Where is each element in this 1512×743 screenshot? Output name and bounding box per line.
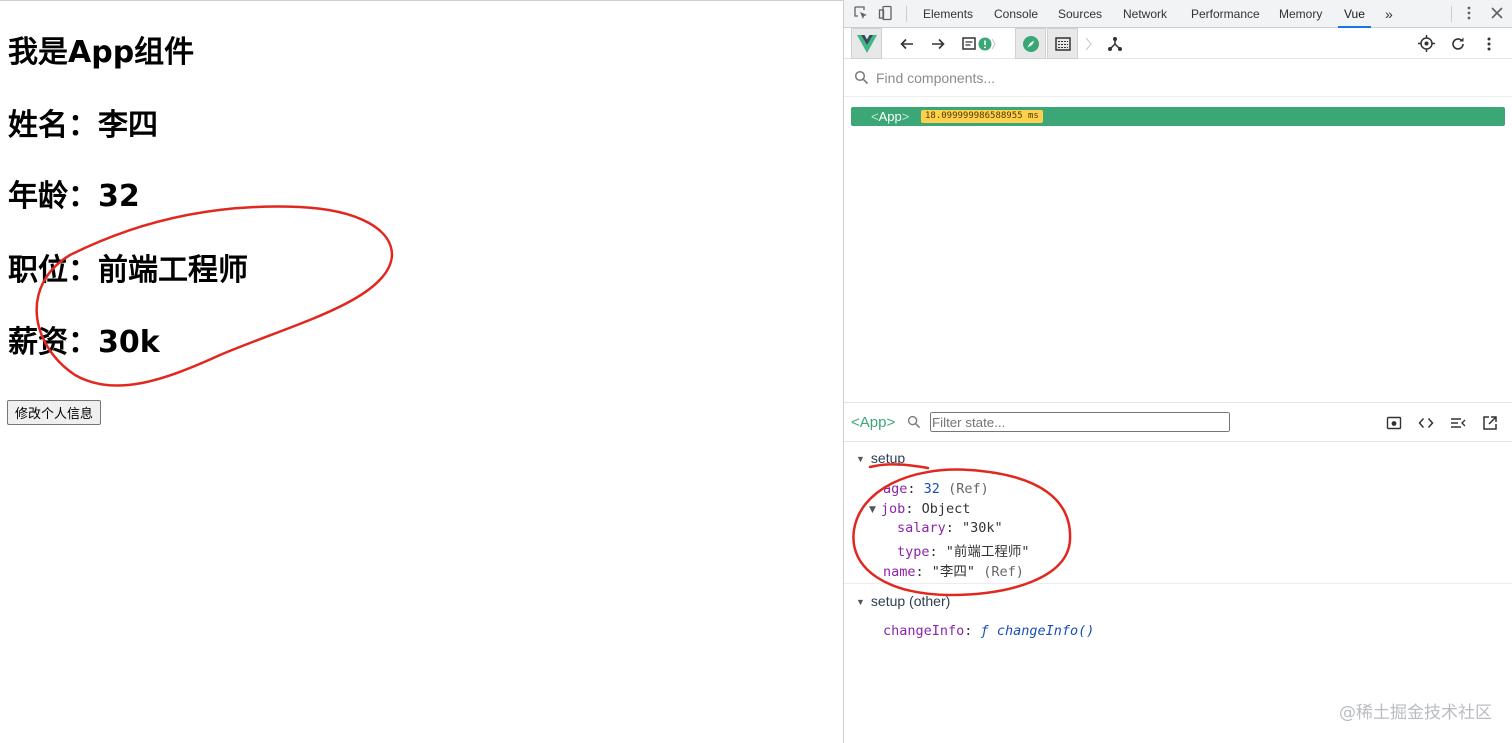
device-toolbar-icon[interactable] [878, 5, 894, 21]
setup-other-section-header[interactable]: ▼ setup (other) [856, 593, 950, 609]
expand-triangle-icon[interactable]: ▼ [856, 597, 865, 607]
inspector-header: <App> [844, 402, 1512, 442]
components-compass-icon[interactable] [1015, 28, 1046, 59]
state-row-job[interactable]: ▼ job: Object [869, 501, 970, 517]
tab-console[interactable]: Console [994, 0, 1038, 28]
state-row-name[interactable]: name: "李四" (Ref) [883, 560, 1024, 580]
render-code-icon[interactable] [1450, 415, 1466, 436]
more-tabs-icon[interactable]: » [1385, 0, 1393, 28]
find-components-bar [844, 59, 1512, 97]
salary-line: 薪资：30k [8, 325, 160, 360]
chevron-right-icon [1082, 28, 1096, 59]
inspected-component-name: <App> [851, 414, 896, 431]
tab-elements[interactable]: Elements [923, 0, 973, 28]
setup-section-header[interactable]: ▼ setup [856, 450, 905, 466]
render-time-badge: 18.099999986588955 ms [921, 110, 1043, 123]
state-row-age[interactable]: age: 32 (Ref) [883, 481, 989, 497]
find-components-input[interactable] [876, 68, 1476, 88]
section-divider [844, 583, 1512, 584]
expand-triangle-icon[interactable]: ▼ [856, 454, 865, 464]
component-tree-icon[interactable] [1104, 28, 1126, 59]
search-icon [907, 415, 921, 434]
inspect-dom-icon[interactable] [1418, 415, 1434, 436]
tab-sources[interactable]: Sources [1058, 0, 1102, 28]
inspect-element-icon[interactable] [853, 5, 869, 21]
app-heading: 我是App组件 [8, 35, 195, 70]
tab-memory[interactable]: Memory [1279, 0, 1322, 28]
vue-toolbar [844, 28, 1512, 59]
app-selector-icon[interactable] [959, 28, 999, 59]
tabbar-separator [906, 6, 907, 22]
component-tree-item-app[interactable]: <App> 18.099999986588955 ms [851, 107, 1505, 126]
tab-performance[interactable]: Performance [1191, 0, 1260, 28]
job-line: 职位：前端工程师 [8, 253, 248, 288]
forward-arrow-icon[interactable] [927, 28, 949, 59]
open-in-editor-icon[interactable] [1482, 415, 1498, 436]
state-row-change-info[interactable]: changeInfo: ƒ changeInfo() [883, 623, 1094, 639]
refresh-icon[interactable] [1447, 28, 1469, 59]
state-row-type[interactable]: type: "前端工程师" [897, 540, 1030, 560]
tabbar-separator [1451, 6, 1452, 22]
component-name: <App> [871, 109, 910, 124]
app-page: 我是App组件 姓名：李四 年龄：32 职位：前端工程师 薪资：30k 修改个人… [0, 0, 843, 743]
search-icon [854, 70, 869, 90]
state-row-salary[interactable]: salary: "30k" [897, 520, 1003, 536]
close-icon[interactable] [1489, 5, 1505, 21]
devtools-panel: Elements Console Sources Network Perform… [843, 0, 1512, 743]
expand-triangle-icon[interactable]: ▼ [869, 505, 876, 515]
vue-logo-icon[interactable] [851, 28, 882, 59]
age-line: 年龄：32 [8, 179, 140, 214]
back-arrow-icon[interactable] [896, 28, 918, 59]
tab-vue[interactable]: Vue [1338, 0, 1371, 28]
devtools-tabbar: Elements Console Sources Network Perform… [844, 0, 1512, 28]
kebab-menu-icon[interactable] [1461, 5, 1477, 21]
change-info-button[interactable]: 修改个人信息 [7, 400, 102, 425]
timeline-icon[interactable] [1047, 28, 1078, 59]
filter-state-input[interactable] [930, 412, 1230, 432]
more-options-icon[interactable] [1478, 28, 1500, 59]
tab-network[interactable]: Network [1123, 0, 1167, 28]
select-component-icon[interactable] [1415, 28, 1437, 59]
name-line: 姓名：李四 [8, 108, 158, 143]
watermark: @稀土掘金技术社区 [1339, 703, 1492, 723]
scroll-to-component-icon[interactable] [1386, 415, 1402, 436]
